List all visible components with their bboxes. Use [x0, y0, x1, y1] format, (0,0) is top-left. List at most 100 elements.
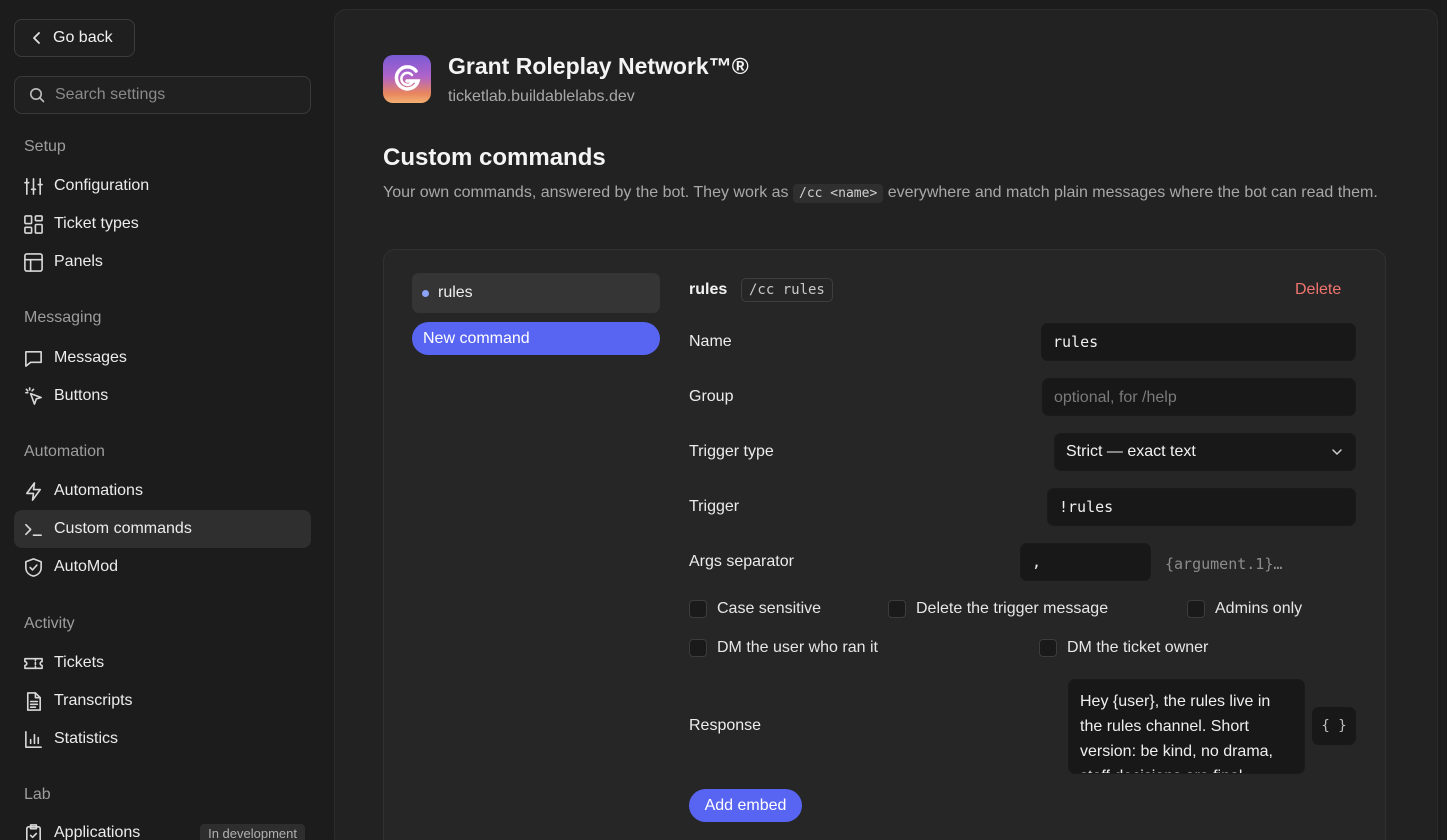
server-name: Grant Roleplay Network™® [448, 53, 749, 79]
checkbox-box[interactable] [888, 600, 906, 618]
page-description-text: Your own commands, answered by the bot. … [383, 184, 793, 201]
shield-check-icon [22, 556, 44, 578]
terminal-icon [22, 518, 44, 540]
section-lab: Lab [24, 786, 51, 803]
variables-button[interactable]: { } [1312, 707, 1356, 745]
section-activity: Activity [24, 615, 75, 632]
file-text-icon [22, 690, 44, 712]
status-badge: In development [200, 823, 305, 840]
clipboard-check-icon [22, 822, 44, 840]
case-sensitive-checkbox[interactable]: Case sensitive [689, 600, 821, 618]
sidebar-item-custom-commands[interactable]: Custom commands [14, 510, 311, 548]
delete-trigger-checkbox[interactable]: Delete the trigger message [888, 600, 1108, 618]
bar-chart-icon [22, 728, 44, 750]
checkbox-box[interactable] [1039, 639, 1057, 657]
checkbox-box[interactable] [1187, 600, 1205, 618]
checkbox-label: Delete the trigger message [916, 600, 1109, 617]
zap-icon [22, 480, 44, 502]
sidebar-item-label: Tickets [54, 654, 105, 671]
chevron-left-icon [33, 32, 40, 44]
args-hint: {argument.1}… [1165, 555, 1283, 573]
name-input[interactable] [1053, 333, 1355, 351]
page-title: Custom commands [383, 144, 606, 171]
search-field[interactable] [14, 76, 311, 114]
sidebar-item-tickets[interactable]: Tickets [14, 644, 311, 682]
trigger-field[interactable] [1047, 488, 1356, 526]
group-input[interactable] [1054, 388, 1355, 406]
sidebar: Go back Setup Configuration Ticket types… [0, 0, 334, 840]
new-command-button[interactable]: New command [412, 322, 660, 355]
sidebar-item-label: Configuration [54, 177, 150, 194]
message-square-icon [22, 347, 44, 369]
sidebar-item-transcripts[interactable]: Transcripts [14, 682, 311, 720]
selected-dot-icon [422, 289, 429, 297]
sidebar-item-statistics[interactable]: Statistics [14, 720, 311, 758]
args-separator-label: Args separator [689, 553, 794, 570]
command-usage-chip: /cc rules [741, 278, 833, 302]
page-description: Your own commands, answered by the bot. … [383, 180, 1383, 207]
section-setup: Setup [24, 138, 66, 155]
response-textarea[interactable]: Hey {user}, the rules live in the rules … [1068, 679, 1305, 774]
group-label: Group [689, 388, 734, 405]
section-messaging: Messaging [24, 309, 102, 326]
sidebar-item-label: Buttons [54, 387, 109, 404]
sidebar-item-label: Ticket types [54, 215, 139, 232]
sidebar-item-label: Automations [54, 482, 143, 499]
sidebar-item-label: Messages [54, 349, 127, 366]
commands-panel: rules New command rules /cc rules Delete… [383, 249, 1386, 840]
trigger-type-label: Trigger type [689, 443, 774, 460]
editor-title: rules [689, 281, 728, 298]
args-separator-field[interactable] [1020, 543, 1151, 581]
section-automation: Automation [24, 443, 105, 460]
sidebar-item-label: Statistics [54, 730, 119, 747]
sidebar-item-label: Transcripts [54, 692, 133, 709]
sidebar-item-label: Applications [54, 824, 141, 840]
main-content: Grant Roleplay Network™® ticketlab.build… [334, 9, 1438, 840]
page-description-text: everywhere and match plain messages wher… [883, 184, 1378, 201]
server-avatar [383, 55, 431, 103]
trigger-type-select[interactable]: Strict — exact text [1054, 433, 1356, 471]
checkbox-box[interactable] [689, 600, 707, 618]
pointer-click-icon [22, 385, 44, 407]
sidebar-item-label: AutoMod [54, 558, 119, 575]
checkbox-label: DM the user who ran it [717, 639, 878, 656]
name-field[interactable] [1041, 323, 1356, 361]
delete-button[interactable]: Delete [1295, 281, 1341, 299]
command-list-item-label: rules [438, 284, 473, 301]
chevron-down-icon [1332, 449, 1342, 456]
go-back-button[interactable]: Go back [14, 19, 135, 57]
server-domain: ticketlab.buildablelabs.dev [448, 88, 635, 105]
dm-user-checkbox[interactable]: DM the user who ran it [689, 639, 878, 657]
sidebar-item-automod[interactable]: AutoMod [14, 548, 311, 586]
dm-owner-checkbox[interactable]: DM the ticket owner [1039, 639, 1208, 657]
sidebar-item-buttons[interactable]: Buttons [14, 377, 311, 415]
server-logo-icon [394, 65, 421, 91]
group-field[interactable] [1042, 378, 1356, 416]
sidebar-item-panels[interactable]: Panels [14, 243, 311, 281]
search-input[interactable] [55, 86, 295, 104]
add-embed-button[interactable]: Add embed [689, 789, 802, 822]
panel-layout-icon [22, 251, 44, 273]
args-separator-input[interactable] [1032, 553, 1150, 571]
sidebar-item-applications[interactable]: Applications In development [14, 814, 311, 840]
sliders-icon [22, 175, 44, 197]
sidebar-item-label: Custom commands [54, 520, 192, 537]
sidebar-item-configuration[interactable]: Configuration [14, 167, 311, 205]
name-label: Name [689, 333, 732, 350]
sidebar-item-label: Panels [54, 253, 103, 270]
sidebar-item-messages[interactable]: Messages [14, 339, 311, 377]
checkbox-label: DM the ticket owner [1067, 639, 1209, 656]
response-label: Response [689, 717, 762, 734]
checkbox-box[interactable] [689, 639, 707, 657]
go-back-label: Go back [53, 29, 113, 46]
admins-only-checkbox[interactable]: Admins only [1187, 600, 1302, 618]
layout-grid-icon [22, 213, 44, 235]
sidebar-item-automations[interactable]: Automations [14, 472, 311, 510]
trigger-input[interactable] [1059, 498, 1355, 516]
sidebar-item-ticket-types[interactable]: Ticket types [14, 205, 311, 243]
command-list-item[interactable]: rules [412, 273, 660, 313]
ticket-icon [22, 652, 44, 674]
checkbox-label: Case sensitive [717, 600, 822, 617]
command-syntax-code: /cc <name> [793, 184, 884, 203]
checkbox-label: Admins only [1215, 600, 1303, 617]
